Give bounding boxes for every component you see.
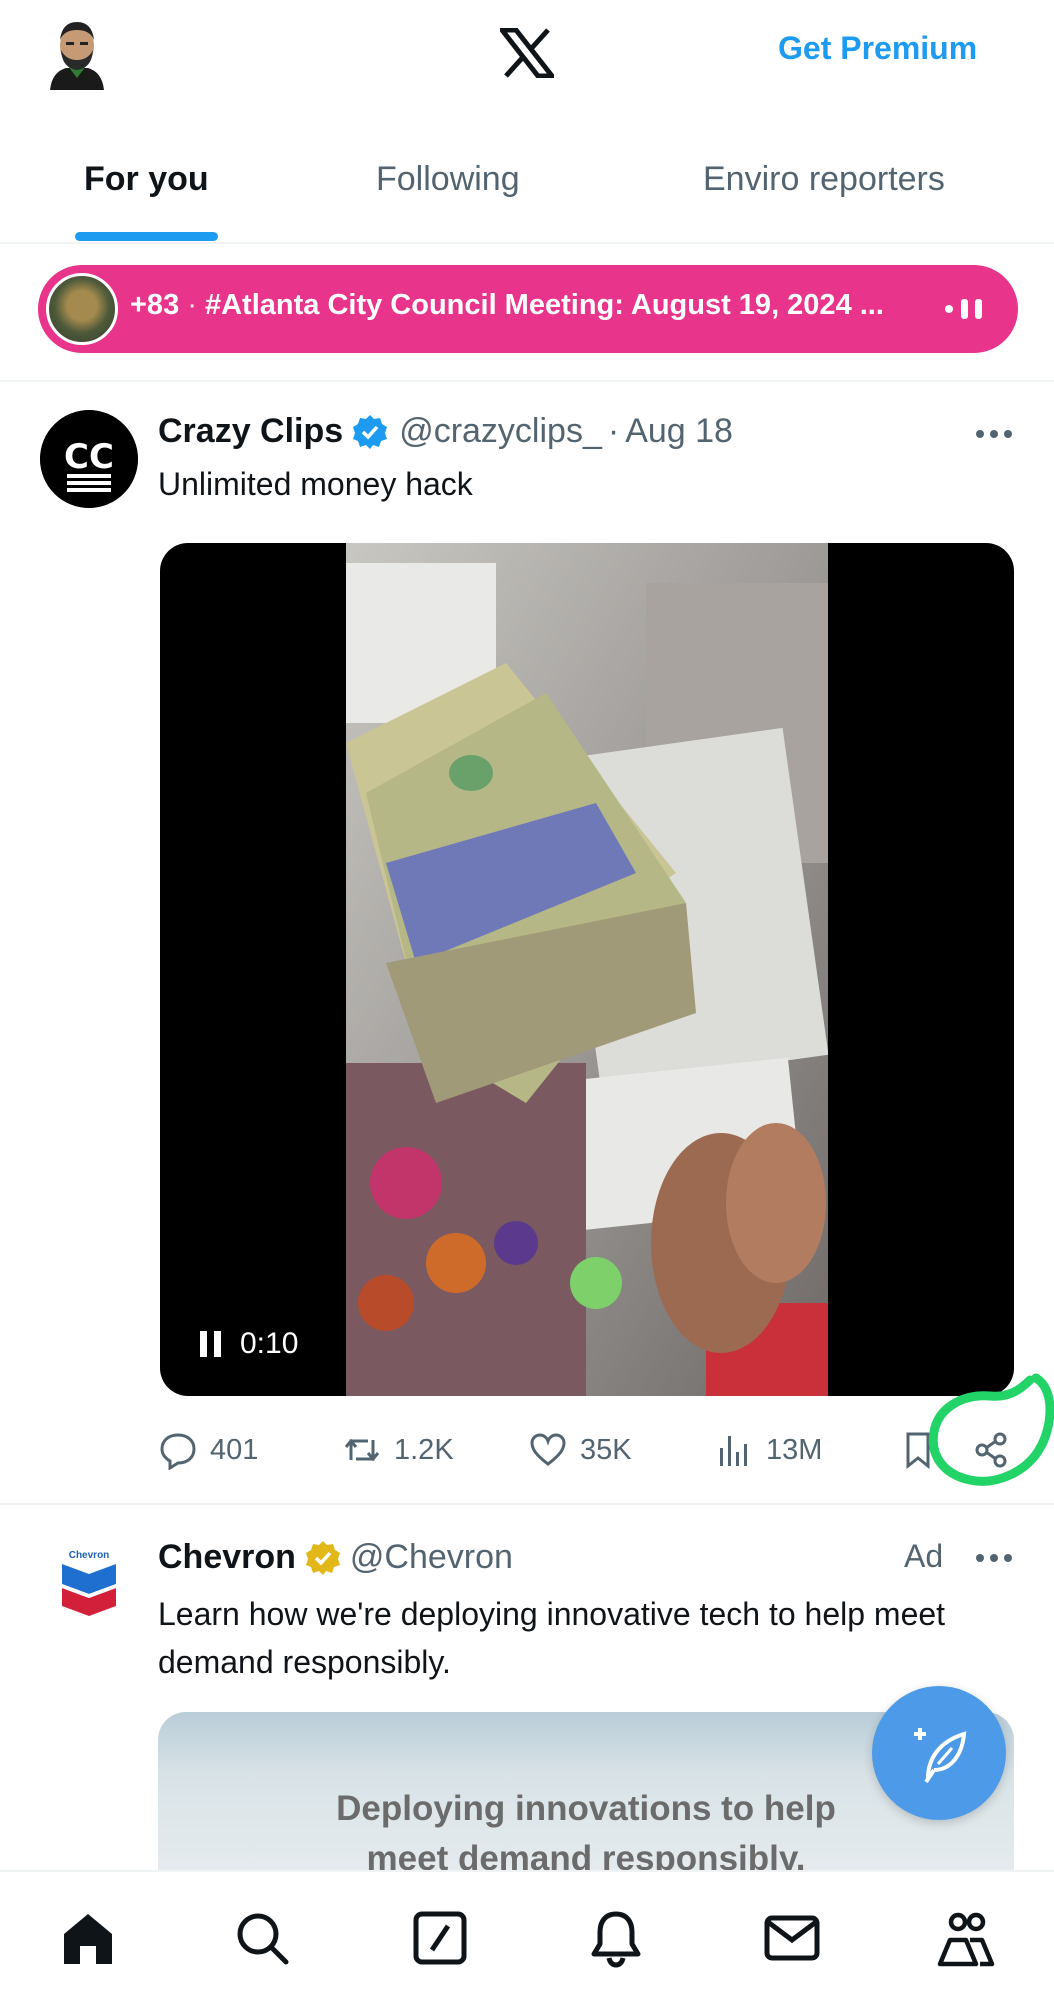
tab-for-you[interactable]: For you [84,160,209,199]
nav-communities[interactable] [936,1908,996,1968]
reply-button[interactable]: 401 [158,1430,258,1470]
ad-author-handle[interactable]: @Chevron [350,1538,513,1577]
crazy-clips-avatar[interactable]: CC [40,410,138,508]
repost-count: 1.2K [394,1433,454,1466]
svg-text:Chevron: Chevron [69,1550,110,1561]
svg-text:CC: CC [64,437,114,477]
like-button[interactable]: 35K [528,1430,632,1470]
reply-count: 401 [210,1433,259,1466]
ad-text: Learn how we're deploying innovative tec… [158,1596,946,1680]
ad-card-title: Deploying innovations to help meet deman… [158,1784,1014,1872]
grok-icon [413,1911,467,1965]
profile-avatar[interactable] [44,16,110,90]
divider [0,380,1054,382]
tweet-actions: 401 1.2K 35K 13M [0,1428,1054,1476]
tweet-text: Unlimited money hack [158,466,473,502]
repost-icon [344,1438,380,1462]
video-time-label: 0:10 [240,1327,299,1360]
tweet-header: Crazy Clips @crazyclips_ · Aug 18 [158,412,733,451]
compose-feather-icon [914,1728,967,1784]
space-host-avatar [46,273,118,345]
tweet-date[interactable]: Aug 18 [625,412,733,451]
author-name[interactable]: Crazy Clips [158,412,343,451]
ad-label: Ad [904,1538,944,1574]
nav-messages[interactable] [762,1908,822,1968]
bottom-navigation [0,1870,1054,2000]
active-tab-indicator [75,232,218,241]
ad-author-name[interactable]: Chevron [158,1538,296,1577]
repost-button[interactable]: 1.2K [342,1430,454,1470]
nav-notifications[interactable] [586,1908,646,1968]
ad-card-title-line2: meet demand responsibly. [366,1839,806,1872]
video-frame [346,543,828,1396]
notifications-icon [591,1911,641,1968]
chevron-logo-icon[interactable]: Chevron [58,1548,120,1616]
heart-icon [530,1433,566,1466]
tab-enviro-reporters[interactable]: Enviro reporters [703,160,945,199]
tweet-video[interactable]: 0:10 [160,543,1014,1396]
nav-search[interactable] [232,1908,292,1968]
live-space-banner[interactable]: +83 · #Atlanta City Council Meeting: Aug… [38,265,1018,353]
highlight-annotation [928,1373,1054,1486]
divider [0,1503,1054,1505]
nav-home[interactable] [58,1908,118,1968]
views-button[interactable]: 13M [714,1430,822,1470]
space-title: #Atlanta City Council Meeting: August 19… [204,289,884,321]
gold-verified-badge-icon [305,1540,340,1575]
pause-icon[interactable] [200,1331,222,1357]
live-audio-icon [945,299,982,319]
timeline-tabs: For you Following Enviro reporters [0,140,1054,244]
separator-dot: · [607,412,620,450]
home-icon [64,1914,112,1964]
separator-dot: · [187,289,205,321]
top-bar: Get Premium [0,0,1054,105]
space-banner-text: +83 · #Atlanta City Council Meeting: Aug… [130,289,884,322]
more-options-icon[interactable] [974,1552,1014,1564]
space-listener-count: +83 [130,289,180,321]
messages-icon [764,1915,820,1961]
communities-icon [937,1912,995,1967]
views-icon [720,1436,747,1466]
tab-following[interactable]: Following [376,160,520,199]
compose-post-button[interactable] [872,1686,1006,1820]
views-count: 13M [766,1433,823,1466]
more-options-icon[interactable] [974,428,1014,440]
video-playback-status: 0:10 [200,1327,298,1361]
reply-icon [160,1433,196,1470]
x-logo-icon [500,28,554,78]
like-count: 35K [580,1433,632,1466]
author-handle[interactable]: @crazyclips_ [399,412,602,451]
ad-header: Chevron @Chevron [158,1538,513,1577]
search-icon [237,1913,289,1965]
nav-grok[interactable] [410,1908,470,1968]
verified-badge-icon [353,414,388,449]
get-premium-button[interactable]: Get Premium [778,30,977,67]
